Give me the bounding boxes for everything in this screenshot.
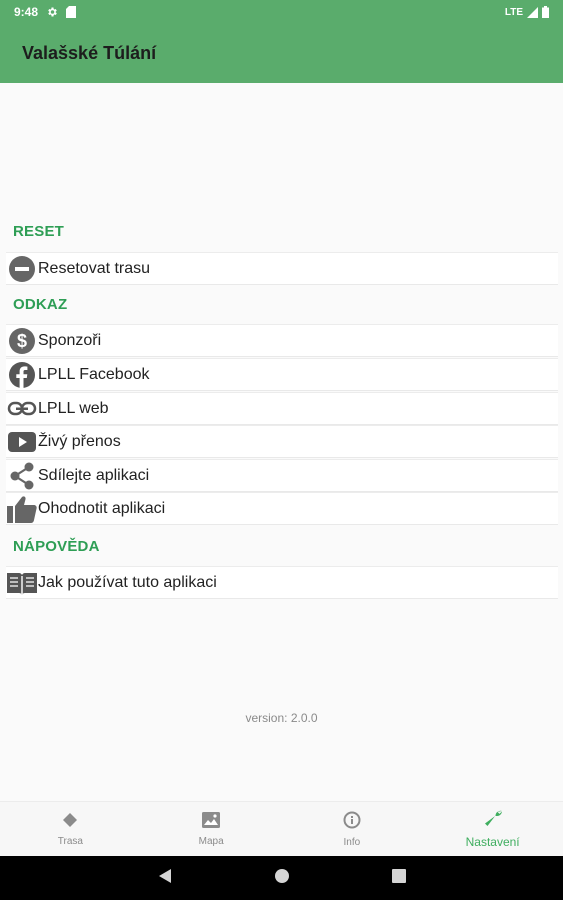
settings-item-label: Živý přenos [38, 432, 121, 450]
link-icon [6, 393, 38, 425]
settings-item-web[interactable]: LPLL web [6, 392, 558, 425]
settings-item-label: LPLL Facebook [38, 365, 150, 383]
map-image-icon [202, 811, 221, 831]
system-navigation-bar [0, 856, 563, 900]
tab-label: Trasa [57, 835, 83, 847]
settings-item-label: Sponzoři [38, 331, 102, 349]
diamond-icon [62, 812, 78, 831]
network-type: LTE [504, 6, 523, 18]
status-bar: 9:48 LTE [0, 0, 563, 24]
facebook-icon [6, 359, 38, 391]
section-header-napoveda: NÁPOVĚDA [13, 538, 100, 555]
status-time: 9:48 [14, 5, 39, 19]
app-bar: 9:48 LTE Valašské Túlání [0, 0, 563, 83]
share-icon [6, 460, 38, 492]
gear-icon [46, 6, 58, 18]
youtube-icon [6, 426, 38, 458]
settings-item-label: Resetovat trasu [38, 259, 151, 277]
page-title: Valašské Túlání [22, 43, 157, 63]
settings-item-label: LPLL web [38, 399, 109, 417]
tab-trasa[interactable]: Trasa [0, 802, 141, 856]
settings-list: RESET Resetovat trasu ODKAZ $ Sponzoři L… [0, 83, 563, 801]
tab-label: Nastavení [465, 835, 520, 849]
info-icon [343, 811, 361, 832]
settings-item-sponsors[interactable]: $ Sponzoři [6, 324, 558, 357]
settings-item-rate-app[interactable]: Ohodnotit aplikaci [6, 492, 558, 525]
settings-item-label: Sdílejte aplikaci [38, 466, 150, 484]
wrench-icon [482, 809, 504, 830]
svg-text:$: $ [17, 331, 27, 351]
thumbs-up-icon [6, 493, 38, 525]
sd-card-icon [66, 6, 77, 18]
signal-icon [527, 6, 538, 18]
home-icon[interactable] [274, 868, 290, 889]
bottom-navigation: Trasa Mapa Info Nastavení [0, 801, 563, 856]
recents-icon[interactable] [391, 868, 406, 888]
tab-mapa[interactable]: Mapa [141, 802, 282, 856]
tab-info[interactable]: Info [282, 802, 423, 856]
tab-label: Mapa [198, 835, 224, 847]
settings-item-share-app[interactable]: Sdílejte aplikaci [6, 459, 558, 492]
battery-icon [542, 6, 549, 18]
tab-nastaveni[interactable]: Nastavení [422, 802, 563, 856]
settings-item-live-stream[interactable]: Živý přenos [6, 425, 558, 458]
book-icon [6, 567, 38, 599]
settings-item-label: Ohodnotit aplikaci [38, 499, 166, 517]
dollar-circle-icon: $ [6, 325, 38, 357]
section-header-odkaz: ODKAZ [13, 296, 68, 313]
settings-item-help[interactable]: Jak používat tuto aplikaci [6, 566, 558, 599]
tab-label: Info [343, 836, 361, 848]
version-label: version: 2.0.0 [245, 711, 318, 725]
section-header-reset: RESET [13, 223, 65, 240]
back-icon[interactable] [158, 868, 172, 889]
settings-item-facebook[interactable]: LPLL Facebook [6, 358, 558, 391]
settings-item-label: Jak používat tuto aplikaci [38, 573, 217, 591]
app-screen: 9:48 LTE Valašské Túlání RESET Resetovat… [0, 0, 563, 900]
minus-circle-icon [6, 253, 38, 285]
settings-item-reset-route[interactable]: Resetovat trasu [6, 252, 558, 285]
